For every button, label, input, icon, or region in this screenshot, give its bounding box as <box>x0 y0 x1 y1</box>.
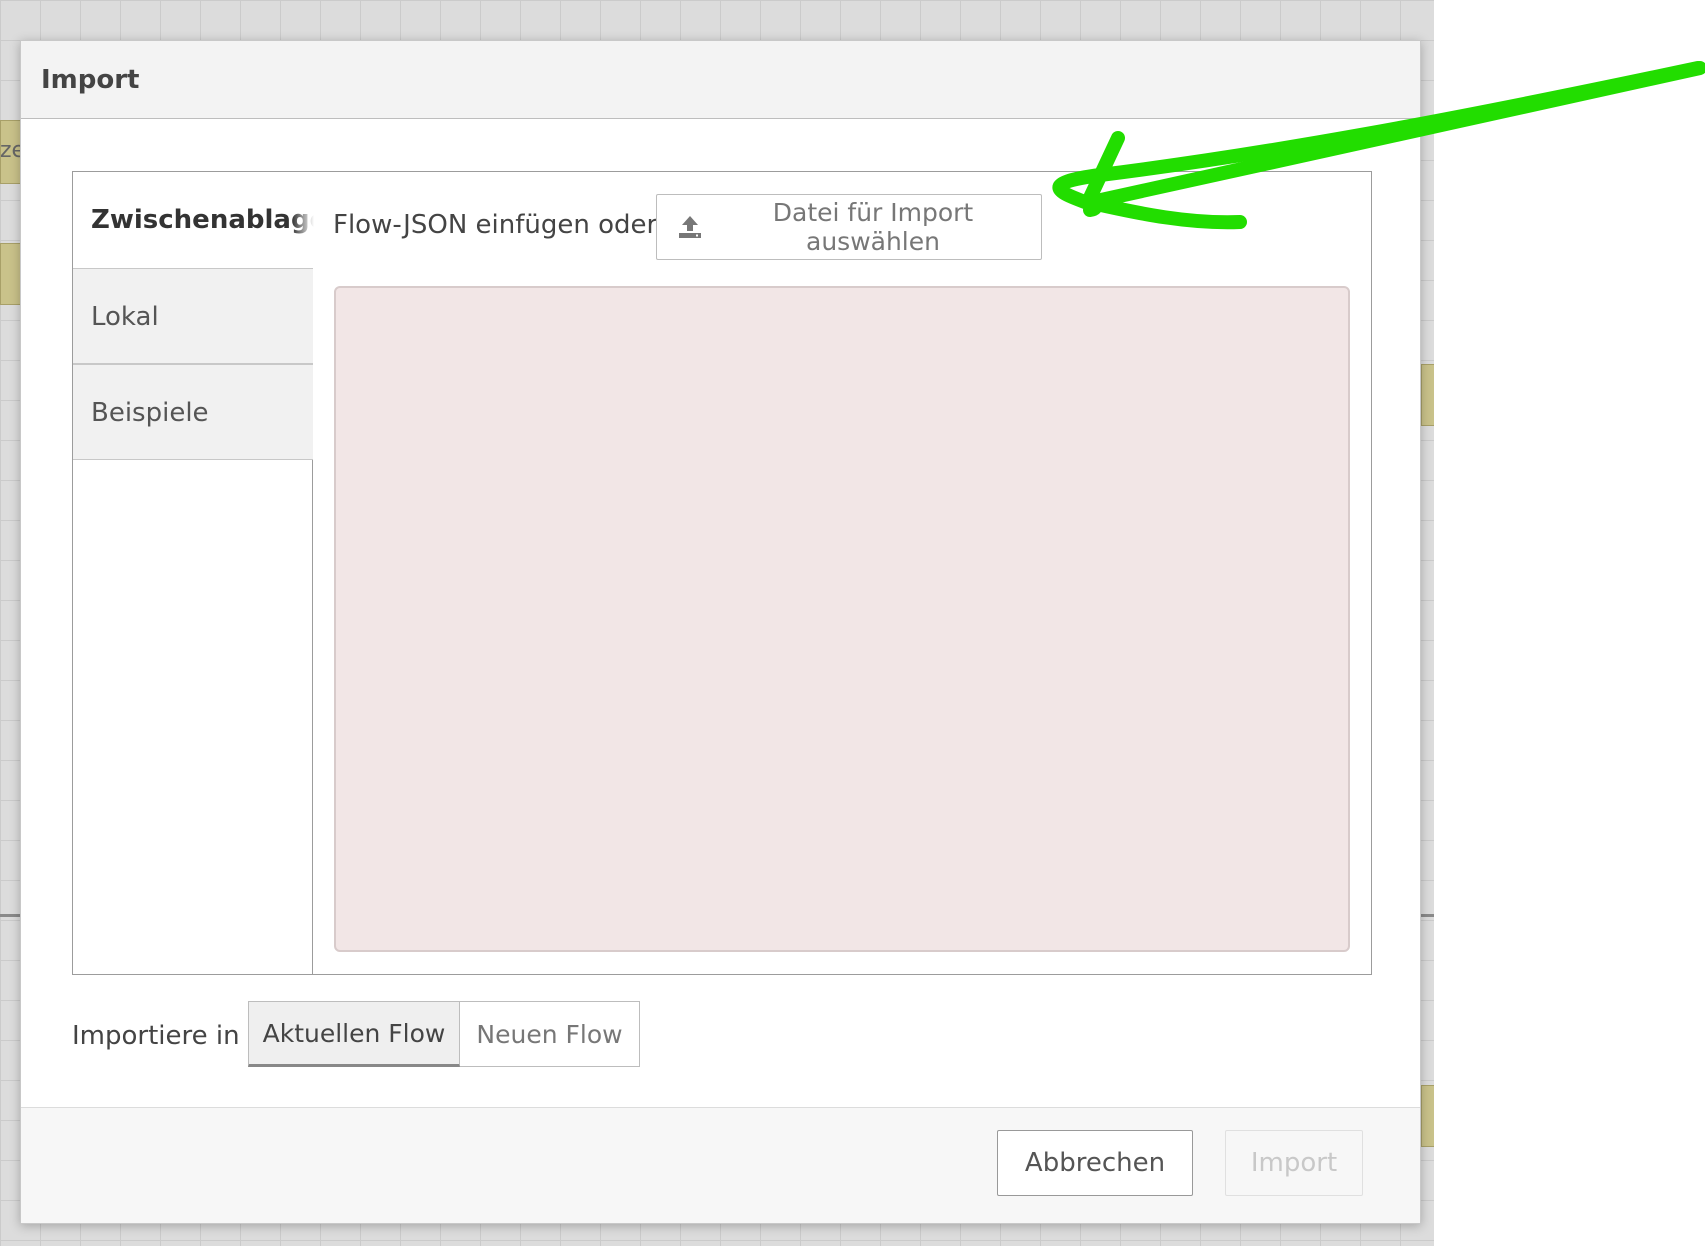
background-node <box>0 243 22 305</box>
current-flow-button[interactable]: Aktuellen Flow <box>248 1001 460 1067</box>
clipboard-content: Flow-JSON einfügen oder Datei für Import… <box>313 172 1371 974</box>
tab-lokal[interactable]: Lokal <box>73 268 313 364</box>
tab-label: Beispiele <box>91 398 209 428</box>
import-button[interactable]: Import <box>1225 1130 1363 1196</box>
dialog-footer: Abbrechen Import <box>21 1107 1420 1223</box>
flow-json-textarea[interactable] <box>334 286 1350 952</box>
background-node-label: ze <box>0 138 20 163</box>
new-flow-button[interactable]: Neuen Flow <box>460 1001 640 1067</box>
tab-zwischenablage[interactable]: Zwischenablage <box>73 172 314 268</box>
paste-instruction: Flow-JSON einfügen oder <box>333 210 658 240</box>
import-target-toggle: Aktuellen Flow Neuen Flow <box>248 1001 640 1067</box>
background-wire <box>0 914 20 917</box>
tab-label: Zwischenablage <box>91 205 314 235</box>
import-panel: Zwischenablage Lokal Beispiele Flow-JSON… <box>72 171 1372 975</box>
dialog-title: Import <box>41 65 140 95</box>
import-target-label: Importiere in <box>72 1021 240 1051</box>
upload-icon <box>677 214 703 240</box>
background-wire <box>1421 914 1434 917</box>
page-margin <box>1434 0 1705 1246</box>
cancel-button[interactable]: Abbrechen <box>997 1130 1193 1196</box>
tab-label: Lokal <box>91 302 159 332</box>
import-dialog: Import Zwischenablage Lokal Beispiele Fl… <box>20 40 1421 1224</box>
select-file-button[interactable]: Datei für Import auswählen <box>656 194 1042 260</box>
tab-beispiele[interactable]: Beispiele <box>73 364 313 460</box>
import-source-tabs: Zwischenablage Lokal Beispiele <box>73 172 314 974</box>
dialog-header: Import <box>21 41 1420 119</box>
tab-label-fade <box>292 172 314 268</box>
select-file-label: Datei für Import auswählen <box>772 198 974 256</box>
